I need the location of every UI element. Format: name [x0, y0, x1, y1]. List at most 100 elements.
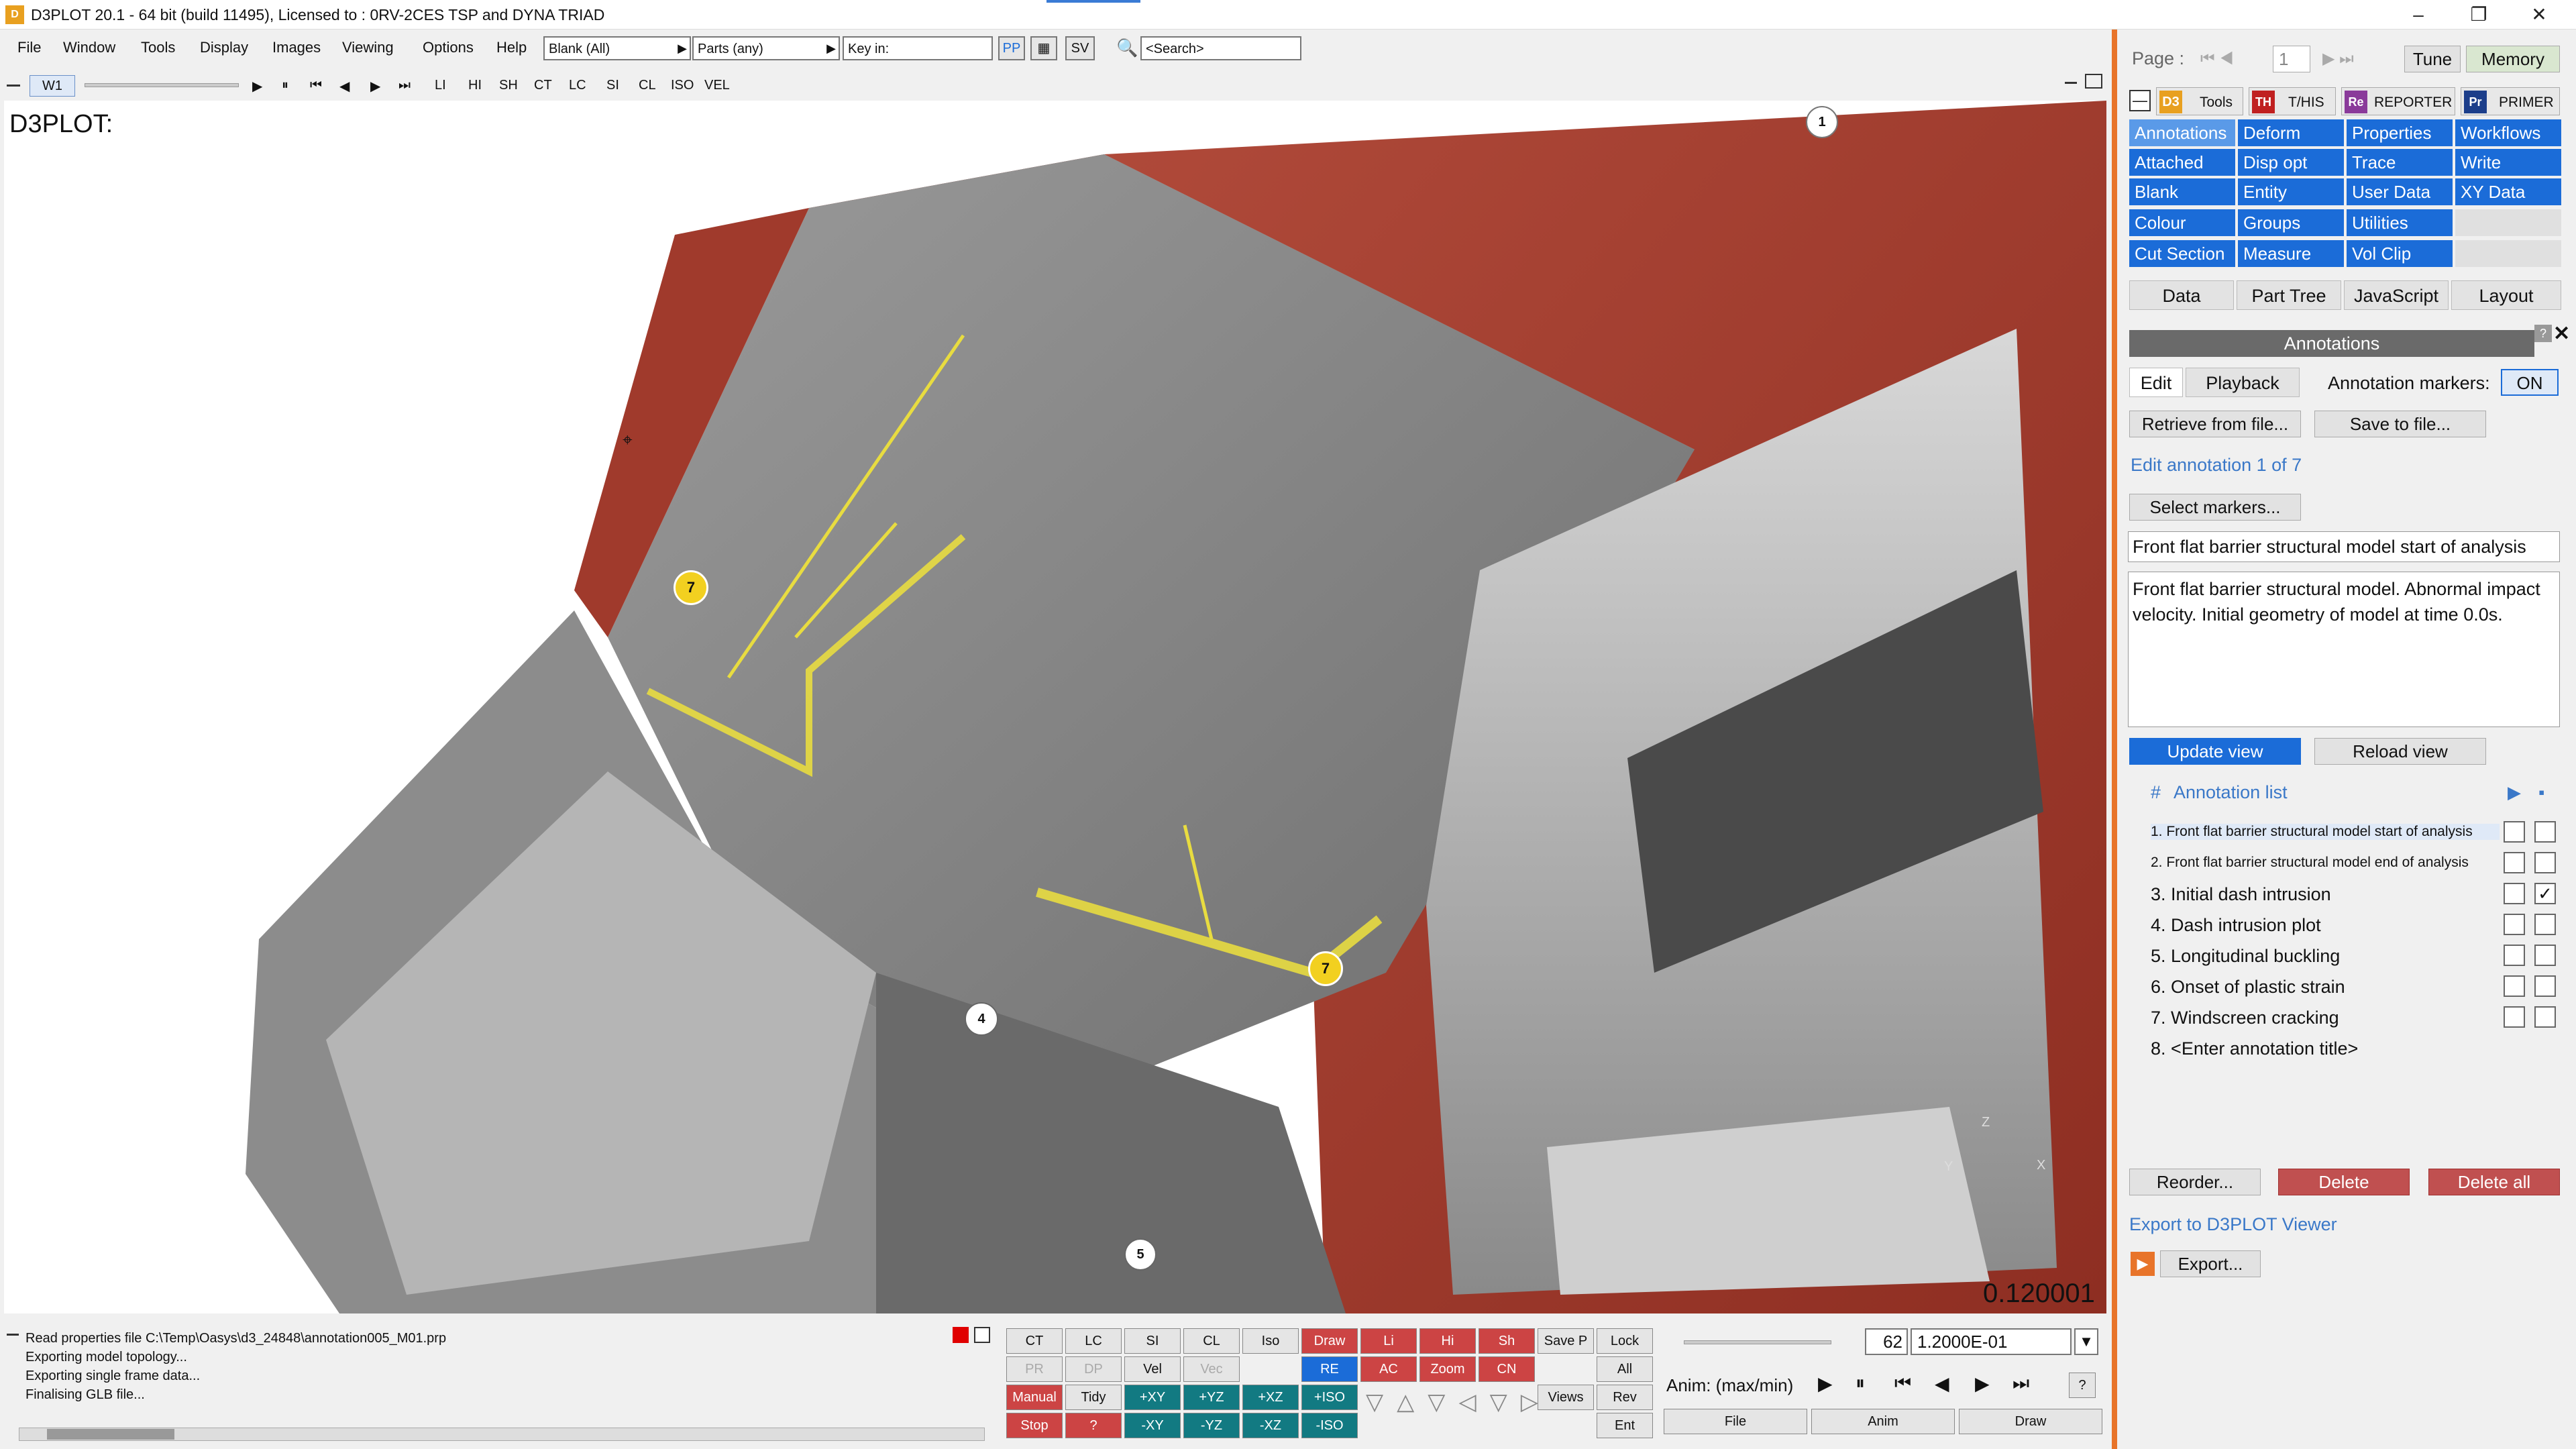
annotation-list-item[interactable]: 1. Front flat barrier structural model s… [2151, 824, 2500, 840]
annotation-list-item[interactable]: 4. Dash intrusion plot [2151, 915, 2321, 936]
vel-button[interactable]: Vel [1124, 1356, 1181, 1382]
groups-tool-button[interactable]: Groups [2238, 209, 2344, 236]
manual-button[interactable]: Manual [1006, 1385, 1063, 1410]
anim-menu-button[interactable]: Anim [1811, 1409, 1955, 1434]
ac-button[interactable]: AC [1360, 1356, 1417, 1382]
annotation-marker-1[interactable]: 1 [1806, 106, 1838, 138]
draw-button[interactable]: Draw [1301, 1328, 1358, 1354]
parts-combo[interactable]: Parts (any) ▶ [692, 36, 840, 60]
minus-yz-button[interactable]: -YZ [1183, 1413, 1240, 1438]
attached-tool-button[interactable]: Attached [2129, 149, 2235, 176]
workflows-tool-button[interactable]: Workflows [2455, 119, 2561, 146]
edit-tab[interactable]: Edit [2129, 368, 2183, 397]
annotation-list-item[interactable]: 6. Onset of plastic strain [2151, 977, 2345, 998]
sv-button[interactable]: SV [1065, 36, 1095, 60]
deform-tool-button[interactable]: Deform [2238, 119, 2344, 146]
mode-si[interactable]: SI [606, 78, 619, 93]
first-frame-icon[interactable]: ⏮ [310, 78, 322, 93]
mode-ct[interactable]: CT [534, 78, 552, 93]
annotation-list-item[interactable]: 5. Longitudinal buckling [2151, 946, 2340, 967]
menu-tools[interactable]: Tools [141, 39, 175, 56]
user-data-tool-button[interactable]: User Data [2347, 178, 2453, 205]
panel-collapse-icon[interactable]: — [2129, 90, 2151, 111]
anim-slider[interactable] [1684, 1340, 1831, 1344]
mode-sh[interactable]: SH [499, 78, 518, 93]
message-scroll-thumb[interactable] [47, 1429, 174, 1440]
tab-javascript[interactable]: JavaScript [2344, 280, 2449, 310]
next-frame-icon[interactable]: ▶ [370, 78, 380, 95]
cut-section-tool-button[interactable]: Cut Section [2129, 240, 2235, 267]
properties-tool-button[interactable]: Properties [2347, 119, 2453, 146]
export-viewer-link[interactable]: Export to D3PLOT Viewer [2129, 1214, 2337, 1235]
anim-help-button[interactable]: ? [2069, 1373, 2096, 1398]
si-button[interactable]: SI [1124, 1328, 1181, 1354]
minimize-panel-icon[interactable] [7, 85, 20, 87]
annotation-marker-7b[interactable]: 7 [1308, 951, 1343, 986]
help-button[interactable]: ? [1065, 1413, 1122, 1438]
update-view-button[interactable]: Update view [2129, 738, 2301, 765]
app-tab-reporter[interactable]: Re REPORTER [2341, 87, 2455, 115]
annotation-visible-checkbox[interactable] [2504, 852, 2525, 873]
zoom-button[interactable]: Zoom [1419, 1356, 1476, 1382]
lock-button[interactable]: Lock [1597, 1328, 1653, 1354]
menu-file[interactable]: File [17, 39, 41, 56]
menu-images[interactable]: Images [272, 39, 321, 56]
retrieve-from-file-button[interactable]: Retrieve from file... [2129, 411, 2301, 437]
grid-select-icon[interactable]: ▦ [1030, 36, 1057, 60]
list-record-icon[interactable]: ▪ [2538, 782, 2544, 803]
lc-button[interactable]: LC [1065, 1328, 1122, 1354]
last-frame-icon[interactable]: ⏭ [398, 78, 411, 93]
annotation-list-item[interactable]: 2. Front flat barrier structural model e… [2151, 855, 2469, 871]
delete-button[interactable]: Delete [2278, 1169, 2410, 1195]
cn-button[interactable]: CN [1479, 1356, 1535, 1382]
cl-button[interactable]: CL [1183, 1328, 1240, 1354]
disp-opt-tool-button[interactable]: Disp opt [2238, 149, 2344, 176]
annotation-list-item[interactable]: 3. Initial dash intrusion [2151, 884, 2331, 905]
graphics-viewport[interactable]: D3PLOT: ⌖ 1 7 7 4 5 Z X Y 0.120001 [4, 101, 2106, 1313]
frame-number-field[interactable]: 62 [1865, 1328, 1908, 1355]
list-play-icon[interactable]: ▶ [2508, 782, 2521, 803]
save-to-file-button[interactable]: Save to file... [2314, 411, 2486, 437]
annotation-list-item[interactable]: 7. Windscreen cracking [2151, 1008, 2339, 1028]
play-icon[interactable]: ▶ [252, 78, 262, 95]
frame-slider[interactable] [85, 83, 239, 87]
page-nav-next-icons[interactable]: ▶ ⏭ [2322, 46, 2390, 72]
blank-combo[interactable]: Blank (All) ▶ [543, 36, 691, 60]
utilities-tool-button[interactable]: Utilities [2347, 209, 2453, 236]
section-close-icon[interactable]: ✕ [2553, 322, 2570, 345]
tab-layout[interactable]: Layout [2451, 280, 2561, 310]
annotation-title-input[interactable]: Front flat barrier structural model star… [2128, 531, 2560, 562]
blank-tool-button[interactable]: Blank [2129, 178, 2235, 205]
annotation-visible-checkbox[interactable] [2504, 1006, 2525, 1028]
reorder-button[interactable]: Reorder... [2129, 1169, 2261, 1195]
menu-window[interactable]: Window [63, 39, 115, 56]
memory-button[interactable]: Memory [2466, 46, 2560, 72]
anim-play-icon[interactable]: ▶ [1818, 1373, 1833, 1395]
annotation-marker-4[interactable]: 4 [965, 1002, 998, 1036]
anim-next-icon[interactable]: ▶ [1975, 1373, 1990, 1395]
mode-hi[interactable]: HI [468, 78, 482, 93]
annotation-marker-5[interactable]: 5 [1124, 1238, 1157, 1271]
page-number-field[interactable]: 1 [2273, 46, 2310, 72]
delete-all-button[interactable]: Delete all [2428, 1169, 2560, 1195]
vec-button[interactable]: Vec [1183, 1356, 1240, 1382]
menu-display[interactable]: Display [200, 39, 248, 56]
mode-li[interactable]: LI [435, 78, 446, 93]
rev-button[interactable]: Rev [1597, 1385, 1653, 1410]
prev-frame-icon[interactable]: ◀ [339, 78, 350, 95]
page-nav-icons[interactable]: ⏮ ◀ [2200, 46, 2261, 72]
annotation-visible-checkbox[interactable] [2504, 945, 2525, 966]
annotation-active-checkbox[interactable] [2534, 1006, 2556, 1028]
menu-options[interactable]: Options [423, 39, 474, 56]
minimize-button[interactable]: – [2388, 0, 2449, 30]
minus-xz-button[interactable]: -XZ [1242, 1413, 1299, 1438]
anim-pause-icon[interactable]: ⏸ [1856, 1373, 1865, 1395]
annotation-description-textarea[interactable]: Front flat barrier structural model. Abn… [2128, 572, 2560, 727]
annotation-active-checkbox[interactable]: ✓ [2534, 883, 2556, 904]
close-button[interactable]: ✕ [2509, 0, 2569, 30]
vol-clip-tool-button[interactable]: Vol Clip [2347, 240, 2453, 267]
annotation-active-checkbox[interactable] [2534, 975, 2556, 997]
clear-messages-icon[interactable] [974, 1327, 990, 1343]
all-button[interactable]: All [1597, 1356, 1653, 1382]
tune-button[interactable]: Tune [2404, 46, 2461, 72]
